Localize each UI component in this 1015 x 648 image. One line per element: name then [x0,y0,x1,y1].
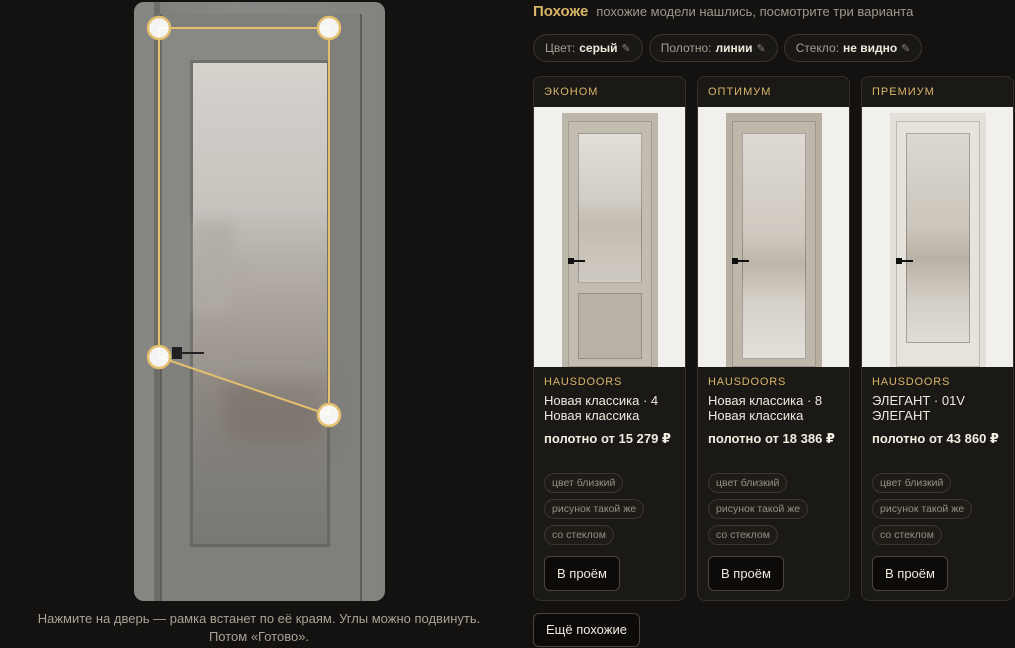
door-visualizer-page: Нажмите на дверь — рамка встанет по её к… [0,0,1015,648]
pencil-icon: ✎ [756,42,766,55]
product-image[interactable] [698,107,849,367]
filter-label: Стекло: [795,41,839,55]
product-card-optimum[interactable]: ОПТИМУМ HAUSDOORS Новая классика · 8 Нов… [697,76,850,601]
door-photo-canvas[interactable] [134,2,385,601]
match-tags: цвет близкий рисунок такой же со стеклом [872,473,973,545]
match-tag: цвет близкий [544,473,624,493]
door-glass-graphic [742,133,806,359]
match-tag: со стеклом [872,525,942,545]
model-name: Новая классика · 8 Новая классика [708,393,846,423]
product-card-premium[interactable]: ПРЕМИУМ HAUSDOORS ЭЛЕГАНТ · 01V ЭЛЕГАНТ … [861,76,1014,601]
model-name: ЭЛЕГАНТ · 01V ЭЛЕГАНТ [872,393,1010,423]
match-tag: рисунок такой же [872,499,973,519]
similar-header: Похоже похожие модели нашлись, посмотрит… [533,3,913,23]
section-subtitle: похожие модели нашлись, посмотрите три в… [596,4,914,19]
place-in-opening-button[interactable]: В проём [708,556,784,591]
brand-label: HAUSDOORS [872,376,951,388]
match-tag: цвет близкий [872,473,952,493]
model-line-1: Новая классика · 8 [708,393,823,408]
place-in-opening-button[interactable]: В проём [544,556,620,591]
instruction-line-1: Нажмите на дверь — рамка встанет по её к… [37,611,481,626]
model-name: Новая классика · 4 Новая классика [544,393,682,423]
corner-handle-bottom-right[interactable] [316,402,342,428]
filter-chip-color[interactable]: Цвет: серый ✎ [533,34,643,62]
corner-handle-top-left[interactable] [146,15,172,41]
pencil-icon: ✎ [901,42,911,55]
corner-handle-bottom-left[interactable] [146,344,172,370]
filter-value: не видно [842,41,898,55]
filter-chips: Цвет: серый ✎ Полотно: линии ✎ Стекло: н… [533,34,923,62]
corner-handle-top-right[interactable] [316,15,342,41]
match-tags: цвет близкий рисунок такой же со стеклом [544,473,645,545]
filter-value: серый [579,41,618,55]
match-tags: цвет близкий рисунок такой же со стеклом [708,473,809,545]
match-tag: цвет близкий [708,473,788,493]
filter-label: Цвет: [545,41,576,55]
price-text: полотно от 43 860 ₽ [872,431,999,446]
match-tag: рисунок такой же [708,499,809,519]
filter-chip-leaf[interactable]: Полотно: линии ✎ [648,34,778,62]
door-lever-graphic [901,260,913,262]
instruction-text: Нажмите на дверь — рамка встанет по её к… [0,610,518,646]
model-line-2: Новая классика [708,408,804,423]
price-text: полотно от 15 279 ₽ [544,431,671,446]
model-line-1: ЭЛЕГАНТ · 01V [872,393,965,408]
place-in-opening-button[interactable]: В проём [872,556,948,591]
brand-label: HAUSDOORS [544,376,623,388]
brand-label: HAUSDOORS [708,376,787,388]
price-text: полотно от 18 386 ₽ [708,431,835,446]
tier-label: ОПТИМУМ [708,86,772,98]
more-similar-button[interactable]: Ещё похожие [533,613,640,647]
model-line-2: Новая классика [544,408,640,423]
filter-value: линии [715,41,753,55]
model-line-1: Новая классика · 4 [544,393,659,408]
door-glass-graphic [578,133,642,283]
door-glass-graphic [906,133,970,343]
model-line-2: ЭЛЕГАНТ [872,408,931,423]
filter-label: Полотно: [660,41,712,55]
filter-chip-glass[interactable]: Стекло: не видно ✎ [783,34,923,62]
selection-frame [146,15,342,428]
door-panel-graphic [578,293,642,359]
match-tag: со стеклом [708,525,778,545]
pencil-icon: ✎ [621,42,631,55]
door-lever-graphic [737,260,749,262]
product-card-economy[interactable]: ЭКОНОМ HAUSDOORS Новая классика · 4 Нова… [533,76,686,601]
section-title: Похоже [533,3,589,20]
match-tag: рисунок такой же [544,499,645,519]
product-image[interactable] [862,107,1013,367]
tier-label: ЭКОНОМ [544,86,599,98]
product-image[interactable] [534,107,685,367]
instruction-line-2: Потом «Готово». [208,629,310,644]
match-tag: со стеклом [544,525,614,545]
door-lever-graphic [573,260,585,262]
tier-label: ПРЕМИУМ [872,86,935,98]
